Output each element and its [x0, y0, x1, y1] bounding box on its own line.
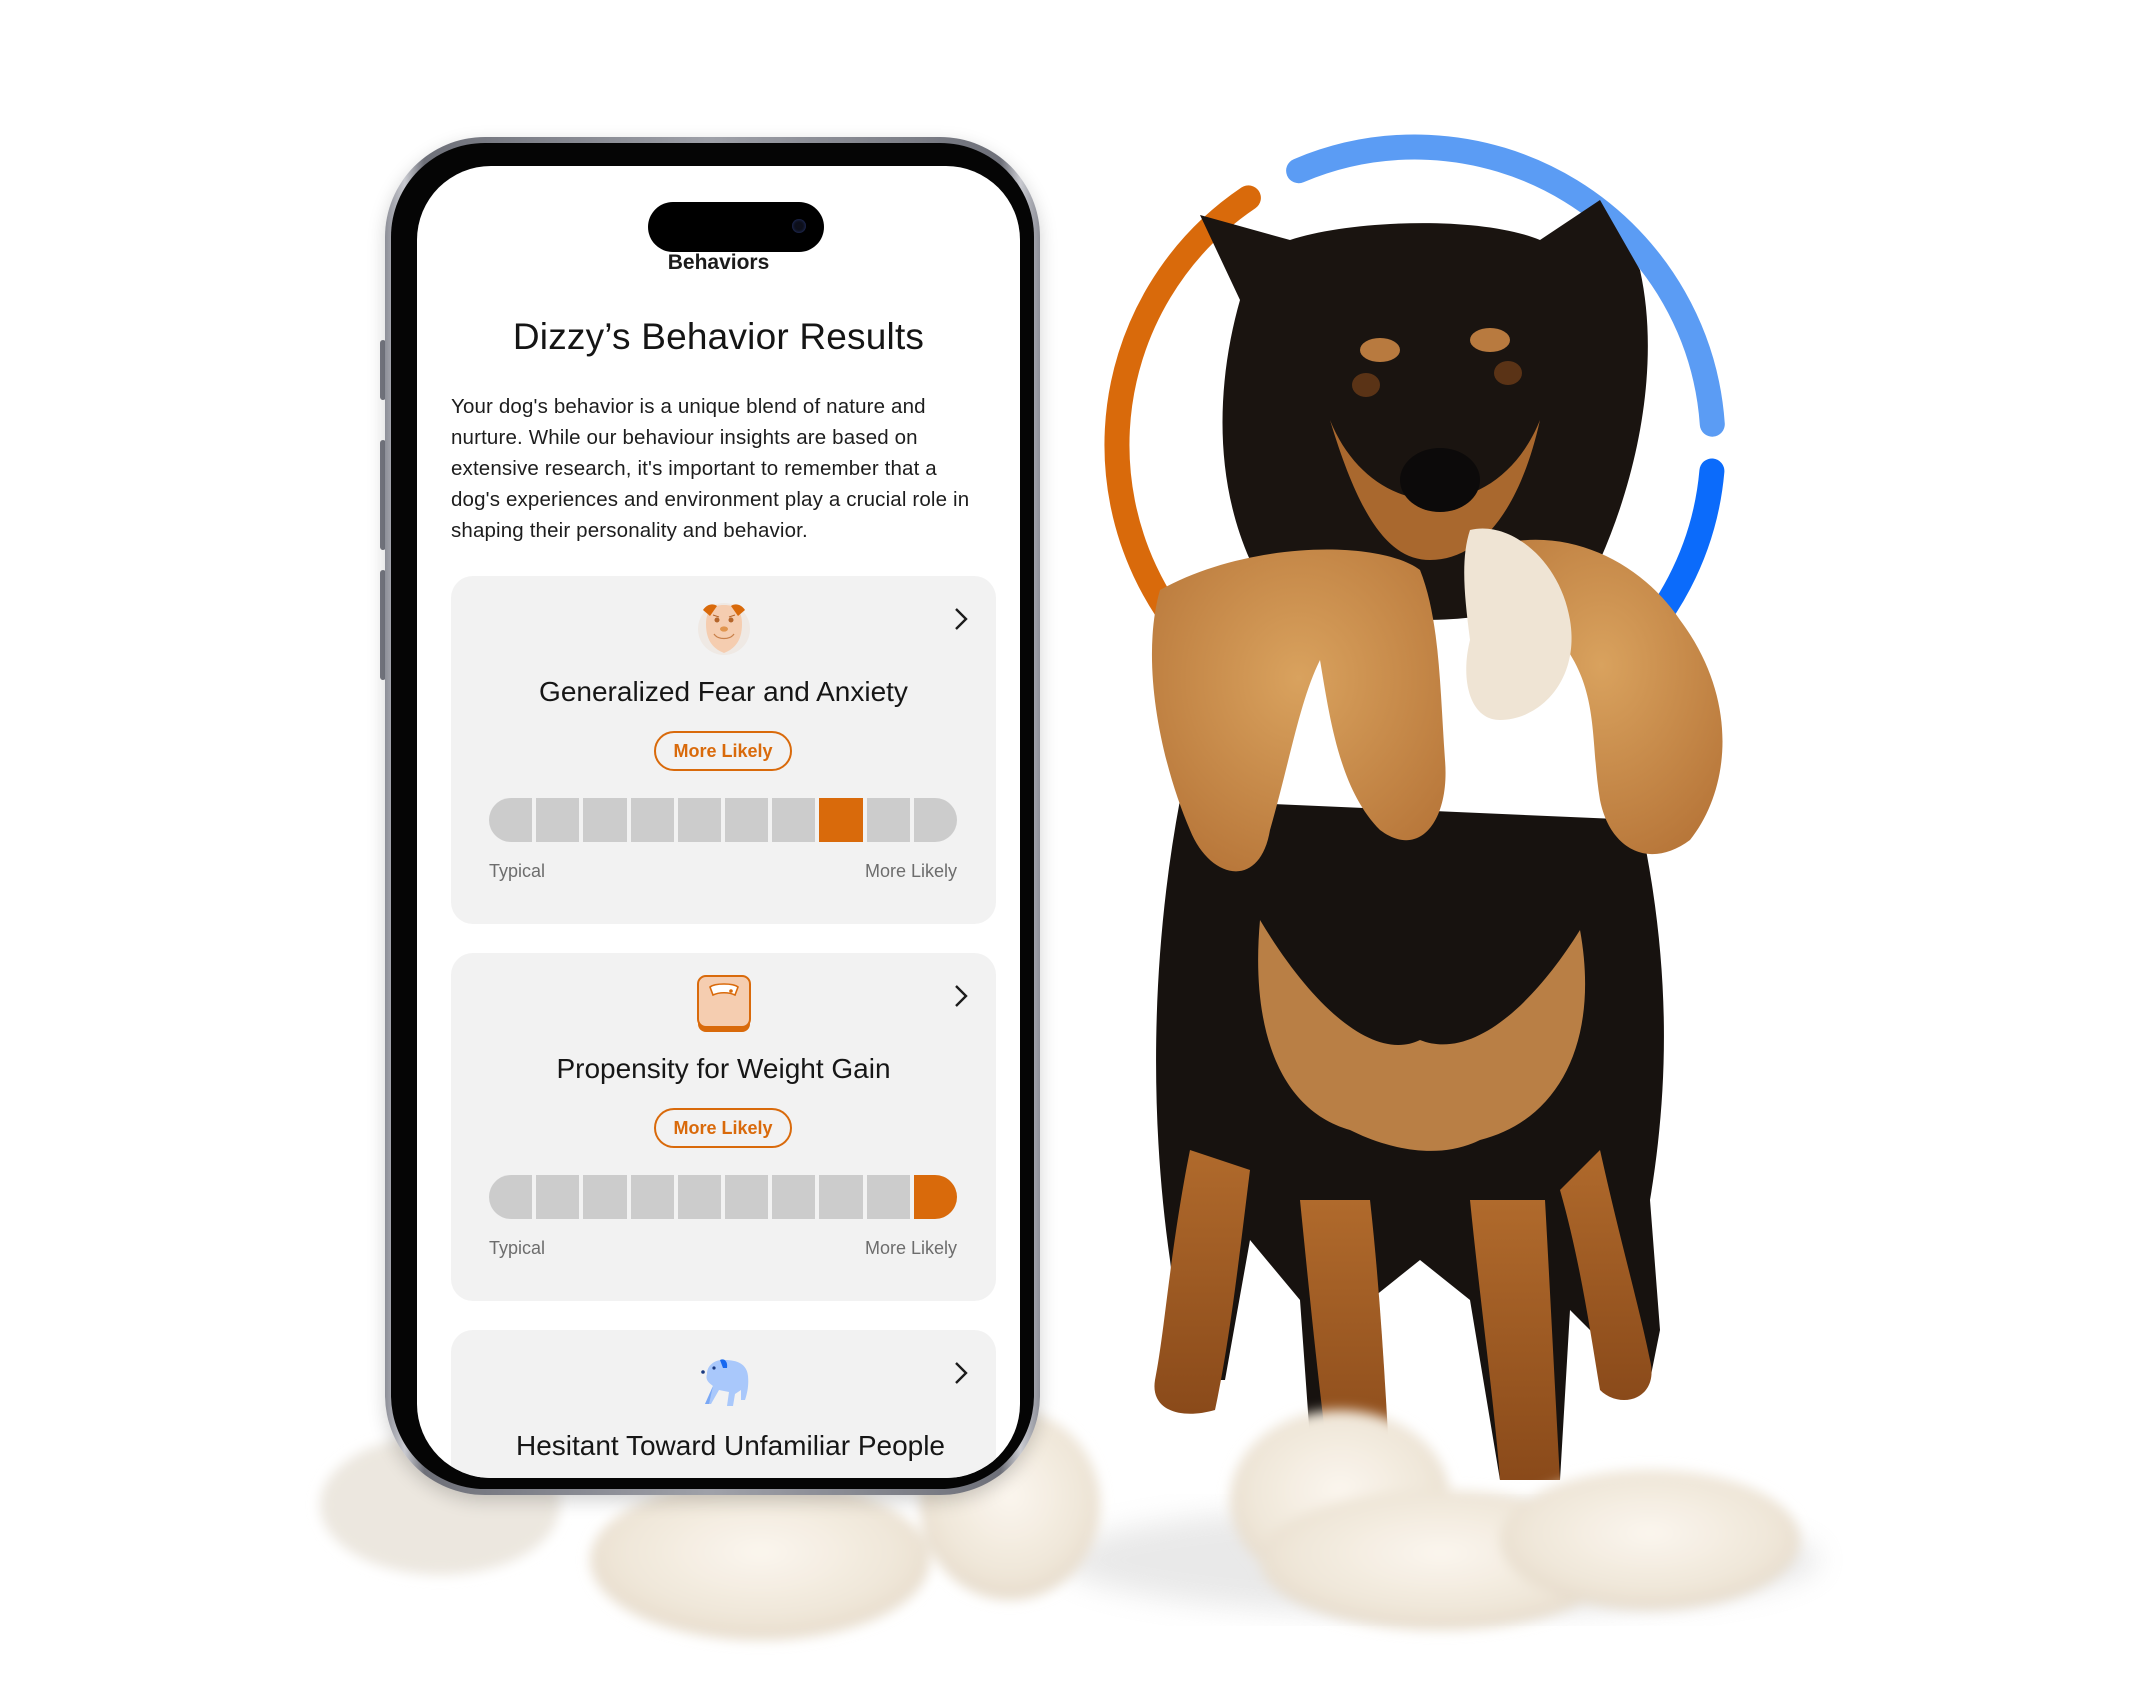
card-title: Propensity for Weight Gain: [556, 1053, 891, 1084]
card-title: Hesitant Toward Unfamiliar People: [515, 1430, 946, 1461]
scale-segment: [725, 798, 769, 842]
camera-icon: [792, 219, 806, 233]
scale-segment: [630, 1175, 674, 1219]
page-title: Dizzy’s Behavior Results: [512, 316, 925, 357]
dog-eye-right: [1494, 361, 1522, 385]
scale-segment-active: [819, 798, 863, 842]
scale-label-more-likely: More Likely: [864, 1238, 957, 1258]
chevron-right-icon[interactable]: [950, 981, 972, 1011]
behavior-card-weight-gain[interactable]: Propensity for Weight Gain More Likely T…: [451, 953, 996, 1301]
scale-segment-active: [913, 1175, 958, 1219]
scale-segment: [725, 1175, 769, 1219]
scale-label-typical: Typical: [489, 861, 546, 881]
dynamic-island: [648, 202, 824, 252]
scale-segment: [536, 1175, 580, 1219]
scale-segment: [489, 1175, 533, 1219]
dog-brow-left: [1360, 338, 1400, 362]
dog-brow-right: [1470, 328, 1510, 352]
scale-segment: [677, 798, 722, 842]
scale-segment: [489, 798, 533, 842]
dog-nose: [1400, 448, 1480, 512]
scale-segment: [866, 1175, 910, 1219]
scale-segment: [866, 798, 910, 842]
scale-segment: [819, 1175, 863, 1219]
scale-segment: [677, 1175, 722, 1219]
scale-label-more-likely: More Likely: [864, 861, 957, 881]
likelihood-scale: [489, 1175, 958, 1219]
scale-segment: [536, 798, 580, 842]
anxious-dog-face-icon: [693, 596, 755, 658]
scale-segment: [772, 798, 816, 842]
intro-paragraph: Your dog's behavior is a unique blend of…: [451, 395, 970, 542]
scale-segment: [913, 798, 958, 842]
scale-segment: [583, 1175, 627, 1219]
nav-title: Behaviors: [667, 251, 770, 274]
phone-bezel: Behaviors Dizzy’s Behavior Results Your …: [391, 143, 1034, 1489]
scale-segment: [583, 798, 627, 842]
behavior-card-unfamiliar-people[interactable]: Hesitant Toward Unfamiliar People: [451, 1330, 996, 1478]
chevron-right-icon[interactable]: [950, 604, 972, 634]
dog-photo: [320, 200, 1820, 1640]
likelihood-badge: More Likely: [654, 1108, 792, 1148]
chevron-right-icon[interactable]: [950, 1358, 972, 1388]
behavior-card-fear-anxiety[interactable]: Generalized Fear and Anxiety More Likely…: [451, 576, 996, 924]
likelihood-scale: [489, 798, 958, 842]
weight-scale-icon: [693, 973, 755, 1035]
scale-label-typical: Typical: [489, 1238, 546, 1258]
scale-segment: [772, 1175, 816, 1219]
scale-segment: [630, 798, 674, 842]
phone-frame: Behaviors Dizzy’s Behavior Results Your …: [385, 137, 1040, 1495]
hesitant-dog-icon: [693, 1350, 755, 1412]
card-title: Generalized Fear and Anxiety: [539, 676, 908, 707]
phone-screen: Behaviors Dizzy’s Behavior Results Your …: [417, 166, 1020, 1478]
likelihood-badge: More Likely: [654, 731, 792, 771]
dog-eye-left: [1352, 373, 1380, 397]
